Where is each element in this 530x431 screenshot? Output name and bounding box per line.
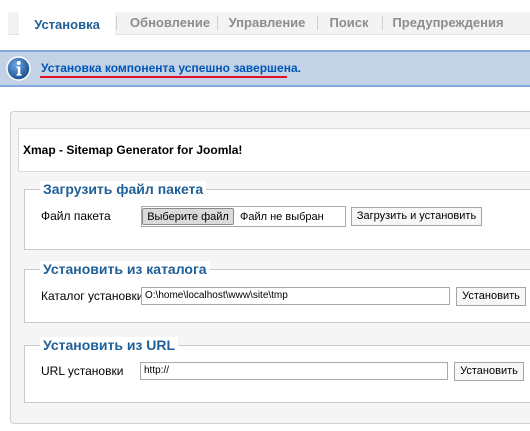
install-dir-label: Каталог установки	[41, 289, 144, 303]
tab-manage[interactable]: Управление	[218, 12, 316, 34]
tab-strip: Установка Обновление Управление Поиск Пр…	[0, 0, 530, 46]
install-url-button[interactable]: Установить	[454, 362, 524, 381]
success-message: Установка компонента успешно завершена.	[0, 50, 530, 87]
tab-install[interactable]: Установка	[19, 12, 115, 36]
package-file-label: Файл пакета	[41, 209, 111, 223]
no-file-text: Файл не выбран	[240, 211, 324, 223]
extension-title: Xmap - Sitemap Generator for Joomla!	[23, 143, 243, 157]
tab-update[interactable]: Обновление	[117, 12, 223, 34]
install-dir-input[interactable]: O:\home\localhost\www\site\tmp	[141, 287, 450, 305]
install-from-dir-legend: Установить из каталога	[40, 261, 210, 277]
upload-install-button[interactable]: Загрузить и установить	[351, 207, 482, 226]
tab-search[interactable]: Поиск	[318, 12, 380, 34]
info-icon	[6, 56, 31, 81]
tab-bar: Установка Обновление Управление Поиск Пр…	[8, 12, 530, 36]
install-from-url-legend: Установить из URL	[40, 337, 179, 353]
upload-package-legend: Загрузить файл пакета	[40, 181, 207, 197]
install-url-input[interactable]: http://	[140, 362, 448, 380]
message-text: Установка компонента успешно завершена.	[41, 61, 301, 75]
choose-file-button[interactable]: Выберите файл	[142, 208, 234, 225]
message-underline	[40, 76, 287, 78]
tab-warnings[interactable]: Предупреждения	[383, 12, 513, 34]
install-dir-button[interactable]: Установить	[456, 287, 526, 306]
install-url-label: URL установки	[41, 364, 124, 378]
